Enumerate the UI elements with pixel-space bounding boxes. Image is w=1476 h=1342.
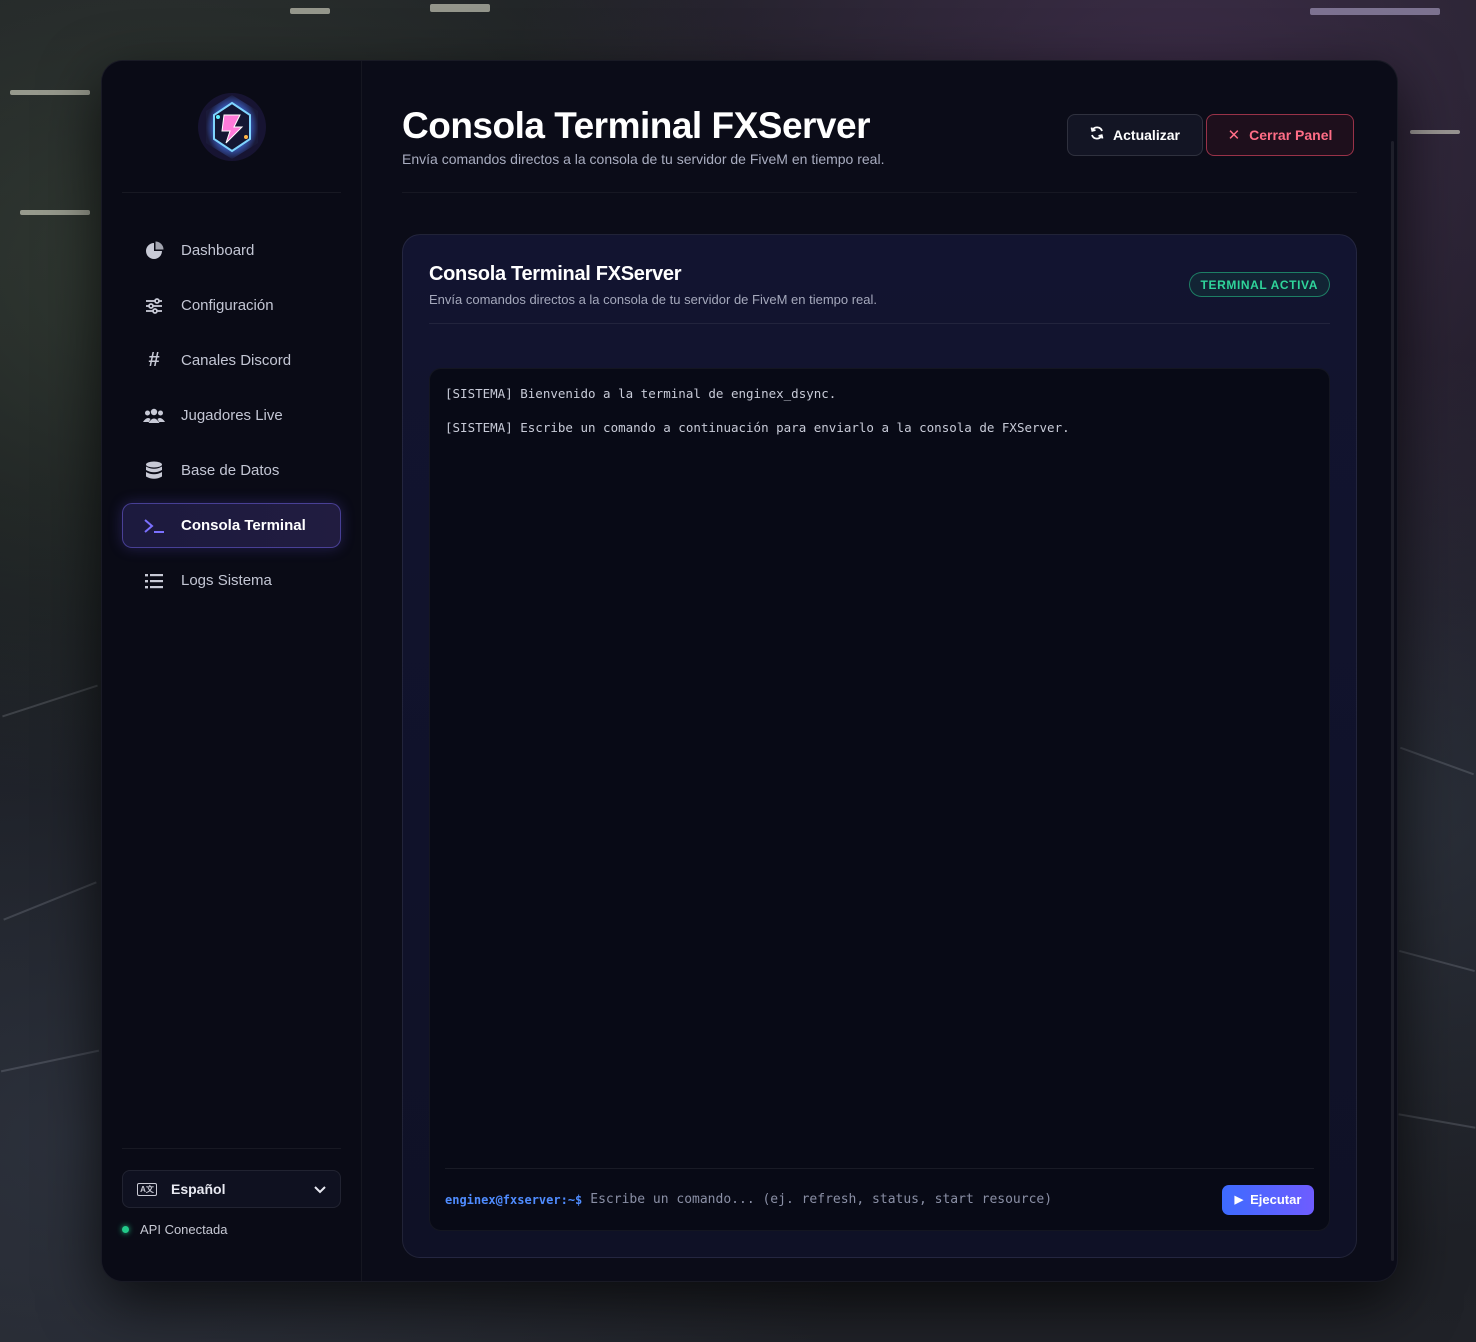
- pie-chart-icon: [143, 240, 165, 262]
- scrollbar[interactable]: [1391, 141, 1394, 1261]
- database-icon: [143, 460, 165, 482]
- sidebar: Dashboard Configuración # Canales Discor…: [102, 61, 362, 1281]
- api-status: API Conectada: [122, 1222, 341, 1237]
- language-select[interactable]: A文 Español: [122, 1170, 341, 1208]
- sidebar-item-label: Jugadores Live: [181, 407, 283, 424]
- logo: [197, 92, 266, 161]
- language-selected: Español: [171, 1181, 226, 1197]
- refresh-button[interactable]: Actualizar: [1067, 114, 1203, 156]
- sidebar-item-label: Dashboard: [181, 242, 255, 259]
- terminal-card: Consola Terminal FXServer Envía comandos…: [402, 234, 1357, 1258]
- close-icon: ✕: [1227, 127, 1241, 144]
- card-subtitle: Envía comandos directos a la consola de …: [429, 292, 878, 307]
- sidebar-item-label: Logs Sistema: [181, 572, 272, 589]
- sidebar-item-canales-discord[interactable]: # Canales Discord: [122, 338, 341, 383]
- terminal-line: [SISTEMA] Bienvenido a la terminal de en…: [445, 386, 837, 401]
- terminal-window[interactable]: [SISTEMA] Bienvenido a la terminal de en…: [429, 368, 1330, 1231]
- sidebar-item-configuracion[interactable]: Configuración: [122, 283, 341, 328]
- users-icon: [143, 405, 165, 427]
- sliders-icon: [143, 295, 165, 317]
- close-label: Cerrar Panel: [1249, 127, 1333, 143]
- sidebar-item-logs-sistema[interactable]: Logs Sistema: [122, 558, 341, 603]
- sidebar-footer: A文 Español API Conectada: [122, 1148, 341, 1237]
- page-title: Consola Terminal FXServer: [402, 105, 870, 146]
- sidebar-item-label: Configuración: [181, 297, 274, 314]
- sidebar-item-label: Canales Discord: [181, 352, 292, 369]
- list-icon: [143, 570, 165, 592]
- logo-area: [122, 61, 341, 193]
- terminal-output: [SISTEMA] Bienvenido a la terminal de en…: [445, 386, 1070, 454]
- refresh-icon: [1090, 126, 1104, 144]
- sidebar-item-label: Base de Datos: [181, 462, 280, 479]
- divider: [429, 323, 1330, 324]
- terminal-prompt: enginex@fxserver:~$: [445, 1192, 583, 1207]
- terminal-line: [SISTEMA] Escribe un comando a continuac…: [445, 420, 1070, 435]
- refresh-label: Actualizar: [1113, 127, 1180, 143]
- status-badge: TERMINAL ACTIVA: [1188, 272, 1330, 297]
- sidebar-item-dashboard[interactable]: Dashboard: [122, 228, 341, 273]
- card-title: Consola Terminal FXServer: [429, 263, 682, 285]
- admin-panel: Dashboard Configuración # Canales Discor…: [101, 60, 1398, 1282]
- language-icon: A文: [137, 1182, 157, 1196]
- close-panel-button[interactable]: ✕ Cerrar Panel: [1206, 114, 1354, 156]
- chevron-down-icon: [314, 1181, 326, 1197]
- sidebar-item-consola-terminal[interactable]: Consola Terminal: [122, 503, 341, 548]
- play-icon: ▶: [1234, 1194, 1244, 1206]
- main-content: Consola Terminal FXServer Envía comandos…: [362, 61, 1397, 1281]
- sidebar-item-jugadores-live[interactable]: Jugadores Live: [122, 393, 341, 438]
- page-subtitle: Envía comandos directos a la consola de …: [402, 151, 885, 167]
- api-status-label: API Conectada: [140, 1222, 228, 1237]
- sidebar-item-base-de-datos[interactable]: Base de Datos: [122, 448, 341, 493]
- page-header: Consola Terminal FXServer Envía comandos…: [402, 61, 1357, 193]
- command-row: enginex@fxserver:~$ ▶ Ejecutar: [445, 1168, 1314, 1230]
- status-dot: [122, 1226, 129, 1233]
- execute-label: Ejecutar: [1250, 1192, 1302, 1207]
- command-input[interactable]: [590, 1192, 1222, 1207]
- terminal-icon: [143, 515, 165, 537]
- sidebar-nav: Dashboard Configuración # Canales Discor…: [122, 228, 341, 613]
- execute-button[interactable]: ▶ Ejecutar: [1222, 1184, 1314, 1215]
- sidebar-item-label: Consola Terminal: [181, 517, 306, 534]
- hashtag-icon: #: [148, 349, 160, 371]
